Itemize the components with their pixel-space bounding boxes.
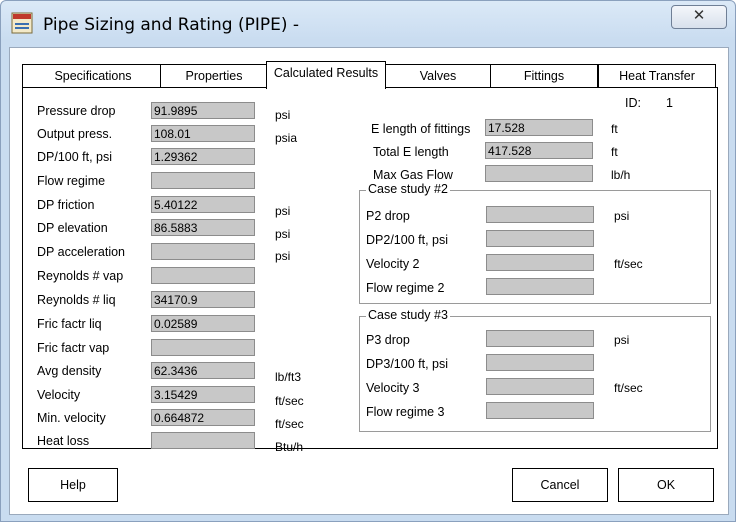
tab-valves[interactable]: Valves xyxy=(384,64,492,88)
velocity-field[interactable]: 3.15429 xyxy=(151,386,255,403)
fric-factr-liq-label: Fric factr liq xyxy=(37,317,102,331)
reynolds-vap-label: Reynolds # vap xyxy=(37,269,124,283)
dp3-100-label: DP3/100 ft, psi xyxy=(366,357,448,371)
max-gas-flow-field[interactable] xyxy=(485,165,593,182)
dp3-100-field[interactable] xyxy=(486,354,594,371)
fric-factr-liq-field[interactable]: 0.02589 xyxy=(151,315,255,332)
case-study-2-group: Case study #2 P2 drop psi DP2/100 ft, psi… xyxy=(359,182,711,304)
reynolds-liq-label: Reynolds # liq xyxy=(37,293,116,307)
output-press-field[interactable]: 108.01 xyxy=(151,125,255,142)
dp-acceleration-label: DP acceleration xyxy=(37,245,126,259)
dialog-client: Specifications Properties Calculated Res… xyxy=(9,47,729,515)
case-study-3-title: Case study #3 xyxy=(366,308,450,322)
reynolds-liq-field[interactable]: 34170.9 xyxy=(151,291,255,308)
ok-button[interactable]: OK xyxy=(618,468,714,502)
fric-factr-vap-field[interactable] xyxy=(151,339,255,356)
velocity-2-field[interactable] xyxy=(486,254,594,271)
velocity-2-label: Velocity 2 xyxy=(366,257,420,271)
output-press-label: Output press. xyxy=(37,127,113,141)
velocity-3-field[interactable] xyxy=(486,378,594,395)
flow-regime-3-field[interactable] xyxy=(486,402,594,419)
velocity-label: Velocity xyxy=(37,388,81,402)
title-bar: Pipe Sizing and Rating (PIPE) - ✕ xyxy=(1,1,735,47)
flow-regime-2-field[interactable] xyxy=(486,278,594,295)
output-press-unit: psia xyxy=(275,131,298,145)
pipe-app-icon xyxy=(11,12,33,34)
heat-loss-field[interactable] xyxy=(151,432,255,449)
flow-regime-field[interactable] xyxy=(151,172,255,189)
dp-friction-label: DP friction xyxy=(37,198,95,212)
max-gas-flow-unit: lb/h xyxy=(611,168,631,182)
tab-heat-transfer[interactable]: Heat Transfer xyxy=(598,64,716,88)
dp-friction-field[interactable]: 5.40122 xyxy=(151,196,255,213)
dp-elevation-field[interactable]: 86.5883 xyxy=(151,219,255,236)
p2-drop-label: P2 drop xyxy=(366,209,410,223)
pressure-drop-label: Pressure drop xyxy=(37,104,116,118)
flow-regime-2-label: Flow regime 2 xyxy=(366,281,445,295)
dp-elevation-label: DP elevation xyxy=(37,221,108,235)
velocity-unit: ft/sec xyxy=(275,394,304,408)
tab-fittings[interactable]: Fittings xyxy=(490,64,598,88)
help-button[interactable]: Help xyxy=(28,468,118,502)
total-e-length-unit: ft xyxy=(611,145,618,159)
avg-density-label: Avg density xyxy=(37,364,102,378)
total-e-length-label: Total E length xyxy=(373,145,449,159)
heat-loss-unit: Btu/h xyxy=(275,440,304,454)
dp2-100-field[interactable] xyxy=(486,230,594,247)
total-e-length-field[interactable]: 417.528 xyxy=(485,142,593,159)
e-length-fittings-field[interactable]: 17.528 xyxy=(485,119,593,136)
dp2-100-label: DP2/100 ft, psi xyxy=(366,233,448,247)
dp-elevation-unit: psi xyxy=(275,227,291,241)
p2-drop-unit: psi xyxy=(614,209,630,223)
close-button[interactable]: ✕ xyxy=(671,5,727,29)
case-study-3-group: Case study #3 P3 drop psi DP3/100 ft, psi… xyxy=(359,308,711,432)
dp100-field[interactable]: 1.29362 xyxy=(151,148,255,165)
close-icon: ✕ xyxy=(692,7,706,24)
dp100-label: DP/100 ft, psi xyxy=(37,150,113,164)
dp-friction-unit: psi xyxy=(275,204,291,218)
pressure-drop-field[interactable]: 91.9895 xyxy=(151,102,255,119)
e-length-fittings-unit: ft xyxy=(611,122,618,136)
avg-density-field[interactable]: 62.3436 xyxy=(151,362,255,379)
id-label: ID: xyxy=(625,96,641,110)
id-value: 1 xyxy=(666,96,673,110)
reynolds-vap-field[interactable] xyxy=(151,267,255,284)
min-velocity-field[interactable]: 0.664872 xyxy=(151,409,255,426)
e-length-fittings-label: E length of fittings xyxy=(371,122,471,136)
fric-factr-vap-label: Fric factr vap xyxy=(37,341,110,355)
tab-strip: Specifications Properties Calculated Res… xyxy=(10,48,728,89)
p3-drop-field[interactable] xyxy=(486,330,594,347)
max-gas-flow-label: Max Gas Flow xyxy=(373,168,453,182)
velocity-2-unit: ft/sec xyxy=(614,257,643,271)
p3-drop-unit: psi xyxy=(614,333,630,347)
p2-drop-field[interactable] xyxy=(486,206,594,223)
min-velocity-unit: ft/sec xyxy=(275,417,304,431)
calculated-results-panel: ID: 1 Pressure drop 91.9895 psi Output pre… xyxy=(22,87,718,454)
case-study-2-title: Case study #2 xyxy=(366,182,450,196)
flow-regime-label: Flow regime xyxy=(37,174,106,188)
cancel-button[interactable]: Cancel xyxy=(512,468,608,502)
dp-acceleration-unit: psi xyxy=(275,249,291,263)
flow-regime-3-label: Flow regime 3 xyxy=(366,405,445,419)
heat-loss-label: Heat loss xyxy=(37,434,90,448)
tab-specifications[interactable]: Specifications xyxy=(22,64,164,88)
dp-acceleration-field[interactable] xyxy=(151,243,255,260)
tab-properties[interactable]: Properties xyxy=(160,64,268,88)
pressure-drop-unit: psi xyxy=(275,108,291,122)
velocity-3-unit: ft/sec xyxy=(614,381,643,395)
tab-calculated-results[interactable]: Calculated Results xyxy=(266,61,386,89)
velocity-3-label: Velocity 3 xyxy=(366,381,420,395)
min-velocity-label: Min. velocity xyxy=(37,411,106,425)
p3-drop-label: P3 drop xyxy=(366,333,410,347)
dialog-window: Pipe Sizing and Rating (PIPE) - ✕ Specif… xyxy=(0,0,736,522)
avg-density-unit: lb/ft3 xyxy=(275,370,302,384)
window-title: Pipe Sizing and Rating (PIPE) - xyxy=(43,15,300,35)
